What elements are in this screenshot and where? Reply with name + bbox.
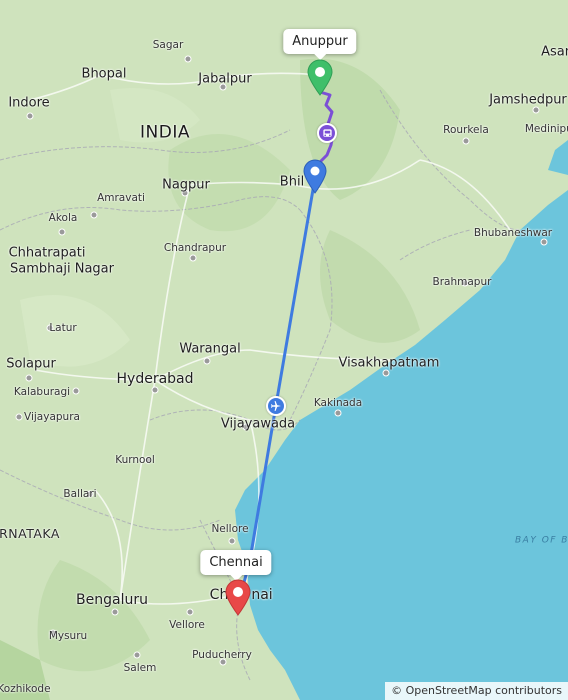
city-dot (203, 357, 211, 365)
city-label-akola: Akola (48, 211, 78, 224)
city-label-jabalpur: Jabalpur (198, 71, 252, 87)
city-label-vellore: Vellore (169, 618, 205, 631)
city-dot (25, 374, 33, 382)
city-dot (72, 387, 80, 395)
city-label-kurnool: Kurnool (115, 453, 155, 466)
origin-callout[interactable]: Anuppur (283, 29, 357, 60)
map-attribution[interactable]: © OpenStreetMap contributors (385, 682, 568, 700)
city-label-salem: Salem (123, 661, 157, 674)
city-label-nellore: Nellore (211, 522, 249, 535)
city-label-sagar: Sagar (152, 38, 184, 51)
city-label-latur: Latur (49, 321, 77, 334)
bus-icon[interactable] (317, 123, 337, 143)
city-label-nagpur: Nagpur (162, 177, 210, 193)
city-dot (532, 106, 540, 114)
city-dot (26, 112, 34, 120)
city-label-visakhapatnam: Visakhapatnam (338, 355, 440, 371)
airplane-icon[interactable] (266, 396, 286, 416)
city-label-chandrapur: Chandrapur (163, 241, 227, 254)
city-dot (133, 651, 141, 659)
destination-pin[interactable] (224, 578, 252, 620)
city-label-sambhaji-line2: Sambhaji Nagar (10, 261, 114, 277)
city-label-amravati: Amravati (97, 191, 145, 204)
city-label-kakinada: Kakinada (313, 396, 363, 409)
city-label-medinipur: Medinipur (524, 122, 568, 135)
city-label-chennai-end: nai (251, 587, 273, 603)
city-dot (382, 369, 390, 377)
city-dot (186, 608, 194, 616)
city-dot (90, 211, 98, 219)
sea-label: BAY OF B (515, 535, 568, 546)
city-label-jamshedpur: Jamshedpur (489, 92, 567, 108)
city-label-asansol: Asan (541, 44, 568, 60)
city-label-solapur: Solapur (6, 356, 56, 372)
city-label-ballari: Ballari (63, 487, 97, 500)
city-label-puducherry: Puducherry (192, 648, 252, 661)
city-dot (58, 228, 66, 236)
city-dot (540, 238, 548, 246)
city-label-vijayapura: Vijayapura (24, 410, 80, 423)
city-dot (189, 254, 197, 262)
city-label-kalaburagi: Kalaburagi (13, 385, 71, 398)
city-label-hyderabad: Hyderabad (116, 371, 194, 387)
city-label-indore: Indore (8, 95, 50, 111)
city-label-kozhikode: Kozhikode (0, 682, 51, 695)
city-label-vijayawada: Vijayawada (220, 416, 296, 432)
city-dot (228, 537, 236, 545)
city-label-bhilai: Bhil (279, 174, 305, 190)
transfer-pin[interactable] (302, 158, 328, 198)
city-dot (334, 409, 342, 417)
city-dot (151, 386, 159, 394)
state-label: ARNATAKA (0, 525, 60, 541)
city-label-bhubaneshwar: Bhubaneshwar (473, 226, 553, 239)
city-label-warangal: Warangal (179, 341, 241, 357)
city-label-bhopal: Bhopal (81, 66, 127, 82)
city-label-mysuru: Mysuru (48, 629, 88, 642)
city-label-brahmapur: Brahmapur (432, 275, 492, 288)
origin-pin[interactable] (306, 58, 334, 100)
destination-callout[interactable]: Chennai (200, 550, 272, 581)
map-canvas[interactable]: INDIA ARNATAKA BAY OF B Bhopal Jabalpur … (0, 0, 568, 700)
city-dot (15, 413, 23, 421)
country-label: INDIA (140, 122, 190, 143)
city-label-bengaluru: Bengaluru (76, 592, 148, 608)
city-label-sambhaji-line1: Chhatrapati (8, 245, 86, 261)
city-dot (184, 55, 192, 63)
city-dot (111, 608, 119, 616)
city-label-rourkela: Rourkela (443, 123, 489, 136)
city-dot (462, 137, 470, 145)
